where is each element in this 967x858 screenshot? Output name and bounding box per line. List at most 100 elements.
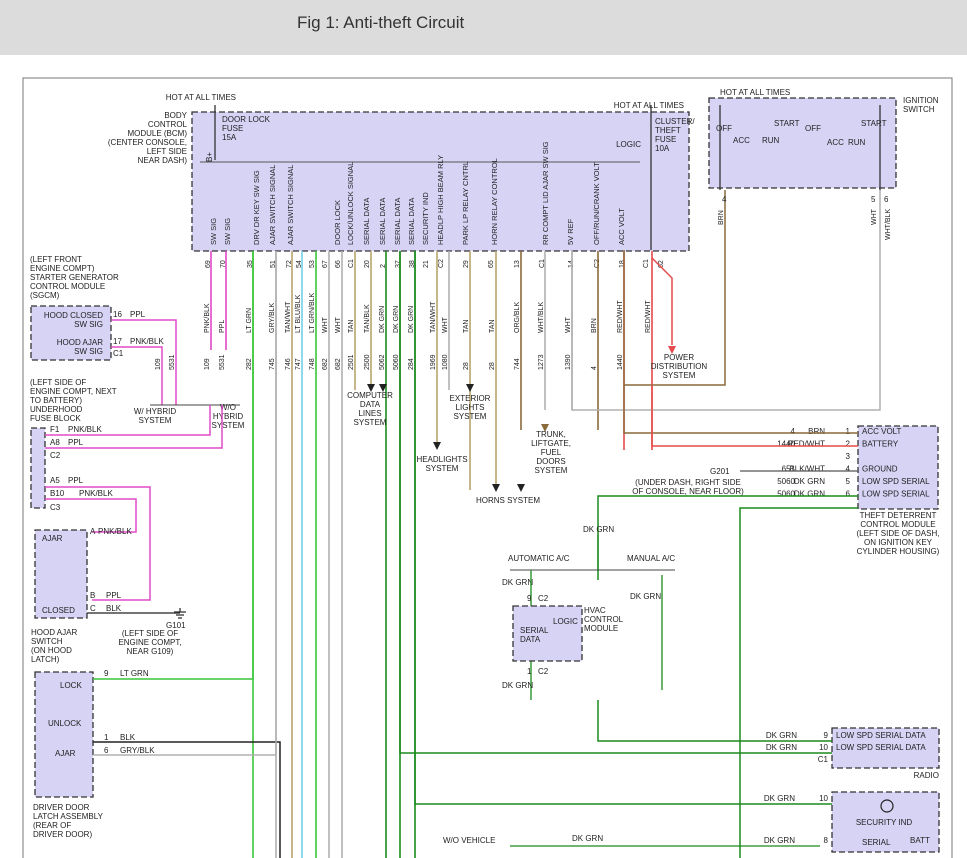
exterior-lights-label: LIGHTS (456, 403, 485, 412)
hood-switch-label: SWITCH (31, 637, 63, 646)
theft-module-label: CONTROL MODULE (860, 520, 935, 529)
latch-lock-label: LOCK (60, 681, 82, 690)
ignition-start-label: START (774, 119, 800, 128)
bcm-circuit-label: 744 (514, 358, 521, 370)
ignition-off-label: OFF (805, 124, 821, 133)
bcm-wire-color-label: LT GRN (246, 308, 253, 333)
bcm-circuit-label: 1440 (617, 354, 624, 370)
hood-wire-label: BLK (106, 604, 122, 613)
theft-circuit-label: 5060 (777, 477, 795, 486)
bcm-pin-label: C1 (348, 259, 355, 268)
security-pin-label: 10 (819, 794, 828, 803)
bcm-circuit-label: 282 (246, 358, 253, 370)
fuse-block-label: FUSE BLOCK (30, 414, 81, 423)
bcm-door-lock-fuse: DOOR LOCK (222, 115, 271, 124)
hvac-serial-data-label: SERIAL (520, 626, 549, 635)
hood-ground-location: NEAR G109) (127, 647, 174, 656)
sgcm-wire-label: PPL (130, 310, 146, 319)
theft-under-dash-label: (UNDER DASH, RIGHT SIDE (635, 478, 741, 487)
bcm-pin-label: 67 (322, 260, 329, 268)
bcm-wire-color-label: TAN/WHT (430, 301, 437, 333)
trunk-label: TRUNK, (536, 430, 566, 439)
fuse-pin: C2 (50, 451, 61, 460)
bcm-pin-label: 29 (463, 260, 470, 268)
ignition-wire-label: WHT/BLK (885, 209, 892, 240)
trunk-label: FUEL (541, 448, 562, 457)
fuse-pin: F1 (50, 425, 60, 434)
bcm-pin-label: 37 (395, 260, 402, 268)
bcm-label: LEFT SIDE (147, 147, 187, 156)
fuse-pin: A5 (50, 476, 60, 485)
bcm-label: MODULE (BCM) (127, 129, 187, 138)
computer-data-label: LINES (358, 409, 381, 418)
hvac-module-label: CONTROL (584, 615, 624, 624)
bcm-signal-label: HORN RELAY CONTROL (490, 158, 499, 245)
bcm-wire-color-label: PNK/BLK (204, 303, 211, 333)
sgcm-label: (LEFT FRONT (30, 255, 82, 264)
theft-wire-label: DK GRN (794, 490, 825, 499)
theft-signal-label: LOW SPD SERIAL (862, 477, 930, 486)
security-label: SECURITY IND (856, 818, 913, 827)
fuse-block-label: (LEFT SIDE OF (30, 378, 86, 387)
hvac-module-label: MODULE (584, 624, 618, 633)
ignition-pin: 5 (871, 195, 876, 204)
computer-data-label: SYSTEM (354, 418, 387, 427)
fuse-block-label: ENGINE COMPT, NEXT (30, 387, 117, 396)
hood-ajar-label: AJAR (42, 534, 63, 543)
bcm-wire-color-label: TAN/WHT (285, 301, 292, 333)
bcm-circuit-label: 2501 (348, 354, 355, 370)
theft-module-label: CYLINDER HOUSING) (857, 547, 940, 556)
hood-pin: C (90, 604, 96, 613)
bcm-wire-color-label: GRY/BLK (269, 302, 276, 333)
radio-label: RADIO (914, 771, 939, 780)
hvac-manual-label: MANUAL A/C (627, 554, 675, 563)
bcm-circuit-label: 28 (489, 362, 496, 370)
bcm-pin-label: C1 (643, 259, 650, 268)
bcm-signal-label: 5V REF (566, 218, 575, 245)
hvac-dk-grn-label: DK GRN (630, 592, 661, 601)
bcm-wire-color-label: WHT (442, 316, 449, 333)
bcm-wire-color-label: WHT/BLK (538, 302, 545, 333)
bcm-signal-label: SERIAL DATA (393, 198, 402, 245)
theft-pin-label: 1 (846, 427, 851, 436)
sgcm-pin: C1 (113, 349, 124, 358)
ignition-hot-label: HOT AT ALL TIMES (720, 88, 790, 97)
theft-module-label: ON IGNITION KEY (864, 538, 933, 547)
horns-label: HORNS SYSTEM (476, 496, 540, 505)
trunk-label: LIFTGATE, (531, 439, 571, 448)
horns-arrow-icon (517, 484, 525, 492)
bottom-dk-grn-label: DK GRN (572, 834, 603, 843)
hvac-dk-grn-label: DK GRN (502, 681, 533, 690)
bcm-pin-label: 65 (488, 260, 495, 268)
trunk-label: DOORS (536, 457, 565, 466)
fuse-block-label: TO BATTERY) (30, 396, 82, 405)
theft-signal-label: GROUND (862, 465, 898, 474)
with-hybrid-label: SYSTEM (139, 416, 172, 425)
driver-latch-label: (REAR OF (33, 821, 71, 830)
bcm-signal-label: SERIAL DATA (362, 198, 371, 245)
sgcm-label: ENGINE COMPT) (30, 264, 95, 273)
computer-data-label: COMPUTER (347, 391, 393, 400)
bcm-pin-label: 20 (364, 260, 371, 268)
theft-ground-label: G201 (710, 467, 730, 476)
theft-pin-label: 2 (846, 440, 851, 449)
anti-theft-circuit-diagram: HOT AT ALL TIMESBODYCONTROLMODULE (BCM)(… (22, 77, 953, 858)
bcm-circuit-label: 745 (269, 358, 276, 370)
sgcm-hood-closed: SW SIG (74, 320, 103, 329)
bcm-wire-color-label: WHT (565, 316, 572, 333)
hood-closed-label: CLOSED (42, 606, 75, 615)
bcm-pin-label: 53 (309, 260, 316, 268)
sgcm-label: (SGCM) (30, 291, 60, 300)
theft-circuit-label: 4 (791, 427, 796, 436)
hvac-dk-grn-label: DK GRN (502, 578, 533, 587)
fuse-block-box (30, 427, 46, 509)
bcm-circuit-label: 1273 (538, 354, 545, 370)
bcm-circuit-label: 747 (295, 358, 302, 370)
radio-pin-label: 10 (819, 743, 828, 752)
hvac-pin: 9 (527, 594, 532, 603)
page-title: Fig 1: Anti-theft Circuit (297, 13, 465, 32)
bcm-signal-label: PARK LP RELAY CNTRL (461, 161, 470, 245)
power-dist-label: SYSTEM (663, 371, 696, 380)
theft-batt-wire (651, 385, 858, 447)
bcm-pin-label: 66 (335, 260, 342, 268)
